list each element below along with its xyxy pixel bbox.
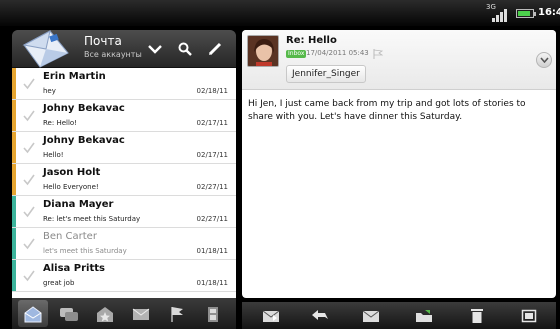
delete-button[interactable] [462,305,492,327]
mail-list-panel: Почта Все аккаунты Erin Martin hey 02/18… [12,30,236,326]
folder-tab-bar [12,298,236,329]
mark-unread-button[interactable] [356,305,386,327]
email-subject: great job [43,279,75,287]
flagged-icon [171,306,183,322]
email-date: 01/18/11 [196,279,228,287]
flag-icon[interactable] [373,49,383,59]
sender-chip[interactable]: Jennifer_Singer [286,65,366,83]
move-folder-icon [416,310,432,322]
email-subject: Hello! [43,151,64,159]
mark-unread-icon [362,310,380,322]
move-folder-button[interactable] [409,305,439,327]
battery-icon [516,9,536,18]
reply-button[interactable] [305,305,335,327]
email-sender: Ben Carter [43,231,97,242]
search-icon [178,42,192,56]
tag-color-bar [12,260,16,291]
chevron-down-icon [540,57,549,63]
conversations-icon [60,307,78,321]
account-subtitle: Все аккаунты [84,50,142,59]
message-header: Re: Hello Inbox 17/04/2011 05:43 Jennife… [242,30,556,90]
email-date: 02/27/11 [196,183,228,191]
contact-photo [248,36,278,66]
message-body: Hi Jen, I just came back from my trip an… [248,99,526,122]
account-header[interactable]: Почта Все аккаунты [12,30,236,68]
forward-button[interactable] [256,305,286,327]
message-date: 17/04/2011 05:43 [306,49,369,57]
email-row[interactable]: Johny Bekavac Hello! 02/17/11 [12,132,236,164]
tag-color-bar [12,100,16,131]
status-clock: 16:45 [538,7,560,18]
folder-badge: Inbox [286,50,307,58]
tab-calendar[interactable] [198,300,228,327]
forward-icon [262,310,280,322]
avatar[interactable] [247,35,279,67]
account-title: Почта [84,34,122,48]
email-sender: Jason Holt [43,167,101,178]
email-subject: Re: let's meet this Saturday [43,215,141,223]
tag-color-bar [12,68,16,99]
compose-button[interactable] [204,38,226,60]
email-subject: Hello Everyone! [43,183,99,191]
account-dropdown-button[interactable] [144,38,166,60]
favorites-icon [97,306,113,322]
email-subject: let's meet this Saturday [43,247,127,255]
checkbox-icon[interactable] [23,238,35,250]
fullscreen-icon [521,309,537,323]
message-subject: Re: Hello [286,35,337,46]
tab-conversations[interactable] [54,300,84,327]
tag-color-bar [12,164,16,195]
mail-app-screen: 3G 16:45 Почта Все аккаунты [0,0,560,329]
email-date: 02/18/11 [196,87,228,95]
email-list: Erin Martin hey 02/18/11 Johny Bekavac R… [12,68,236,324]
email-row[interactable]: Johny Bekavac Re: Hello! 02/17/11 [12,100,236,132]
checkbox-icon[interactable] [23,270,35,282]
email-row[interactable]: Ben Carter let's meet this Saturday 01/1… [12,228,236,260]
email-subject: hey [43,87,56,95]
expand-header-button[interactable] [536,52,552,68]
email-row[interactable]: Alisa Pritts great job 01/18/11 [12,260,236,292]
email-date: 02/17/11 [196,119,228,127]
checkbox-icon[interactable] [23,174,35,186]
checkbox-icon[interactable] [23,206,35,218]
email-sender: Diana Mayer [43,199,114,210]
tab-unread[interactable] [126,300,156,327]
tab-flagged[interactable] [162,300,192,327]
reply-icon [312,310,328,320]
delete-icon [471,309,483,323]
email-row[interactable]: Jason Holt Hello Everyone! 02/27/11 [12,164,236,196]
email-subject: Re: Hello! [43,119,77,127]
envelope-app-icon [22,30,69,68]
email-sender: Alisa Pritts [43,263,105,274]
signal-icon [488,6,512,22]
email-date: 01/18/11 [196,247,228,255]
email-date: 02/27/11 [196,215,228,223]
search-button[interactable] [174,38,196,60]
email-sender: Erin Martin [43,71,106,82]
unread-icon [132,308,150,320]
fullscreen-button[interactable] [514,305,544,327]
pencil-icon [208,42,222,56]
status-bar: 3G 16:45 [0,0,560,26]
tab-favorites[interactable] [90,300,120,327]
email-sender: Johny Bekavac [43,103,125,114]
tag-color-bar [12,196,16,227]
chevron-down-icon [148,45,162,54]
message-view-panel: Re: Hello Inbox 17/04/2011 05:43 Jennife… [242,30,556,298]
email-row[interactable]: Erin Martin hey 02/18/11 [12,68,236,100]
tag-color-bar [12,228,16,259]
checkbox-icon[interactable] [23,110,35,122]
tab-inbox[interactable] [18,300,48,327]
tag-color-bar [12,132,16,163]
email-sender: Johny Bekavac [43,135,125,146]
email-row[interactable]: Diana Mayer Re: let's meet this Saturday… [12,196,236,228]
calendar-icon [208,306,218,322]
checkbox-icon[interactable] [23,142,35,154]
email-date: 02/17/11 [196,151,228,159]
message-action-bar [242,302,556,329]
inbox-icon [24,305,42,322]
checkbox-icon[interactable] [23,78,35,90]
